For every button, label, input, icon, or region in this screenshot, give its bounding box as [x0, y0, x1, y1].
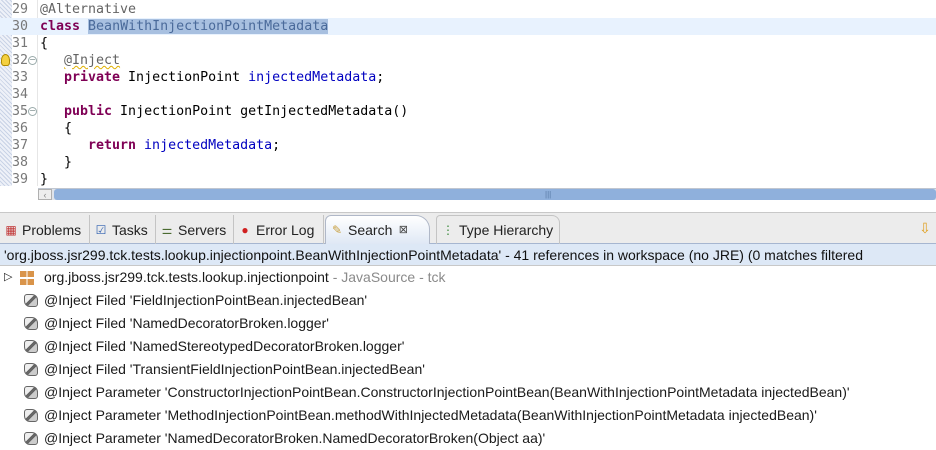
tab-servers[interactable]: ⚌ Servers — [156, 215, 234, 244]
tree-item-label: @Inject Filed 'TransientFieldInjectionPo… — [44, 361, 425, 377]
package-meta: - JavaSource - tck — [328, 269, 446, 285]
code-line[interactable]: 35− public InjectionPoint getInjectedMeta… — [0, 103, 936, 120]
code-text: } — [64, 155, 73, 170]
annotation: @Alternative — [40, 2, 137, 17]
tree-package-row[interactable]: ▷ org.jboss.jsr299.tck.tests.lookup.inje… — [4, 266, 446, 289]
keyword: private — [64, 70, 121, 85]
tab-label: Type Hierarchy — [459, 222, 554, 238]
tab-label: Search — [348, 222, 393, 238]
scroll-left-button[interactable]: ‹ — [38, 189, 52, 200]
code-line[interactable]: 33 private InjectionPoint injectedMetadat… — [0, 69, 936, 86]
code-line[interactable]: 34 — [0, 86, 936, 103]
code-line-current[interactable]: 30 class BeanWithInjectionPointMetadata — [0, 18, 936, 35]
tasks-icon: ☑ — [95, 222, 107, 237]
injection-point-icon — [24, 317, 38, 330]
tab-label: Error Log — [256, 221, 315, 238]
problems-icon: ▦ — [5, 222, 17, 237]
keyword: class — [40, 19, 89, 34]
tree-item[interactable]: @Inject Parameter 'ConstructorInjectionP… — [24, 381, 850, 404]
tab-label: Tasks — [112, 221, 148, 238]
close-icon[interactable]: ⊠ — [396, 223, 410, 237]
horizontal-scrollbar[interactable]: ‹ ||| — [38, 188, 936, 200]
line-number: 30 — [12, 19, 29, 34]
selected-class-name[interactable]: BeanWithInjectionPointMetadata — [88, 19, 329, 34]
line-number: 29 — [12, 2, 29, 17]
line-number: 39 — [12, 172, 29, 187]
package-name: org.jboss.jsr299.tck.tests.lookup.inject… — [44, 269, 329, 285]
code-text: InjectionPoint getInjectedMetadata() — [112, 104, 409, 119]
tree-item[interactable]: @Inject Filed 'FieldInjectionPointBean.i… — [24, 289, 367, 312]
line-number: 33 — [12, 70, 29, 85]
tree-item-label: @Inject Filed 'NamedDecoratorBroken.logg… — [44, 315, 329, 331]
scrollbar-thumb[interactable] — [54, 189, 936, 200]
injection-point-icon — [24, 432, 38, 445]
tree-item-label: @Inject Parameter 'ConstructorInjectionP… — [44, 384, 850, 400]
field-name: injectedMetadata — [136, 138, 273, 153]
annotation: @Inject — [64, 53, 121, 68]
lightbulb-warning-icon[interactable] — [1, 54, 10, 66]
code-text: { — [64, 121, 73, 136]
tree-item[interactable]: @Inject Filed 'NamedStereotypedDecorator… — [24, 335, 404, 358]
code-line[interactable]: 36 { — [0, 120, 936, 137]
injection-point-icon — [24, 409, 38, 422]
tab-error-log[interactable]: ● Error Log — [234, 215, 324, 244]
injection-point-icon — [24, 340, 38, 353]
tree-item[interactable]: @Inject Filed 'TransientFieldInjectionPo… — [24, 358, 425, 381]
injection-point-icon — [24, 386, 38, 399]
injection-point-icon — [24, 363, 38, 376]
package-icon — [20, 270, 34, 285]
code-editor[interactable]: 29 @Alternative 30 class BeanWithInjection… — [0, 0, 936, 188]
line-number: 38 — [12, 155, 29, 170]
expand-triangle-icon[interactable]: ▷ — [4, 266, 14, 289]
tree-item[interactable]: @Inject Parameter 'NamedDecoratorBroken.… — [24, 427, 545, 450]
code-text: ; — [272, 138, 281, 153]
tab-type-hierarchy[interactable]: ⋮ Type Hierarchy — [436, 215, 560, 244]
code-text: } — [40, 172, 49, 187]
view-tab-bar: ▦ Problems ☑ Tasks ⚌ Servers ● Error Log ✎ Se… — [0, 212, 936, 244]
injection-point-icon — [24, 294, 38, 307]
line-number: 31 — [12, 36, 29, 51]
code-line[interactable]: 31 { — [0, 35, 936, 52]
line-number: 36 — [12, 121, 29, 136]
search-result-summary: 'org.jboss.jsr299.tck.tests.lookup.injec… — [0, 244, 936, 266]
keyword: return — [88, 138, 137, 153]
search-icon: ✎ — [331, 223, 343, 237]
tree-item-label: @Inject Filed 'FieldInjectionPointBean.i… — [44, 292, 368, 308]
servers-icon: ⚌ — [161, 222, 173, 237]
tab-label: Servers — [178, 221, 227, 238]
tab-search[interactable]: ✎ Search ⊠ — [325, 215, 430, 244]
code-text: InjectionPoint — [120, 70, 249, 85]
fold-collapse-icon[interactable]: − — [28, 56, 37, 65]
grip-icon: ||| — [545, 190, 552, 199]
code-line[interactable]: 29 @Alternative — [0, 1, 936, 18]
arrow-down-icon[interactable]: ⇩ — [918, 221, 932, 235]
code-line[interactable]: 37 return injectedMetadata; — [0, 137, 936, 154]
code-text: ; — [376, 70, 385, 85]
tab-label: Problems — [22, 221, 82, 238]
code-line[interactable]: 39} — [0, 171, 936, 188]
code-line[interactable]: 38} — [0, 154, 936, 171]
type-hierarchy-icon: ⋮ — [442, 223, 454, 237]
fold-collapse-icon[interactable]: − — [28, 107, 37, 116]
field-name: injectedMetadata — [248, 70, 377, 85]
code-text: { — [40, 36, 49, 51]
line-number: 34 — [12, 87, 29, 102]
tree-item-label: @Inject Parameter 'MethodInjectionPointB… — [44, 407, 817, 423]
tab-tasks[interactable]: ☑ Tasks — [90, 215, 156, 244]
tree-item-label: @Inject Filed 'NamedStereotypedDecorator… — [44, 338, 405, 354]
tree-item-label: @Inject Parameter 'NamedDecoratorBroken.… — [44, 430, 546, 446]
line-number: 37 — [12, 138, 29, 153]
tab-problems[interactable]: ▦ Problems — [0, 215, 90, 244]
tree-item[interactable]: @Inject Parameter 'MethodInjectionPointB… — [24, 404, 817, 427]
tree-item[interactable]: @Inject Filed 'NamedDecoratorBroken.logg… — [24, 312, 329, 335]
code-line[interactable]: 32− @Inject — [0, 52, 936, 69]
error-log-icon: ● — [241, 222, 249, 237]
keyword: public — [64, 104, 113, 119]
